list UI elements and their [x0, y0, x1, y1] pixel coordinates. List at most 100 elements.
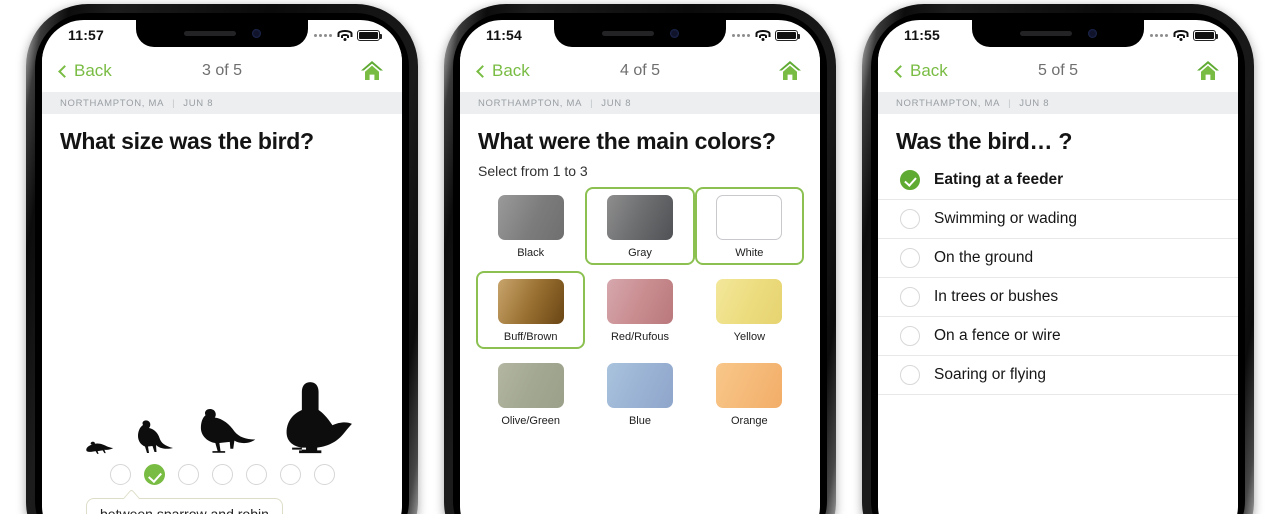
screenshot-stage: 11:57 Back 3 of 5 NORTHAMPTON, MA | JUN … — [0, 0, 1280, 514]
color-swatch-orange[interactable]: Orange — [695, 355, 804, 433]
chevron-left-icon — [894, 64, 907, 78]
radio-circle-icon — [900, 326, 920, 346]
location-divider: | — [590, 97, 594, 109]
swatch-label: Black — [517, 247, 545, 259]
signal-dots-icon — [314, 33, 332, 37]
location-bar: NORTHAMPTON, MA | JUN 8 — [42, 92, 402, 114]
option-row[interactable]: Eating at a feeder — [878, 161, 1238, 200]
home-icon[interactable] — [1196, 60, 1220, 82]
swatch-label: Gray — [628, 247, 652, 259]
size-tooltip-wrap: between sparrow and robin — [42, 485, 402, 514]
color-swatch-yellow[interactable]: Yellow — [695, 271, 804, 349]
battery-icon — [775, 29, 800, 41]
battery-icon — [357, 29, 382, 41]
phone-mockup-3: 11:55 Back 5 of 5 NORTHAMPTON, MA | JUN … — [862, 4, 1254, 514]
swatch-chip — [716, 279, 783, 324]
crow-silhouette — [200, 408, 256, 453]
behavior-option-list: Eating at a feeder Swimming or wading On t… — [878, 155, 1238, 395]
status-clock: 11:54 — [486, 27, 523, 43]
swatch-label: Orange — [730, 415, 768, 427]
size-dot-selected[interactable] — [143, 464, 165, 485]
phone-screen-3: 11:55 Back 5 of 5 NORTHAMPTON, MA | JUN … — [878, 20, 1238, 514]
option-row[interactable]: In trees or bushes — [878, 278, 1238, 317]
back-label: Back — [492, 61, 530, 80]
location-name: NORTHAMPTON, MA — [60, 97, 165, 109]
option-row[interactable]: Swimming or wading — [878, 200, 1238, 239]
size-dot[interactable] — [313, 464, 335, 485]
back-button[interactable]: Back — [476, 61, 530, 81]
signal-dots-icon — [1150, 33, 1168, 37]
option-label: In trees or bushes — [934, 288, 1059, 305]
swatch-chip — [497, 363, 564, 408]
status-bar: 11:54 — [460, 20, 820, 50]
option-row[interactable]: On the ground — [878, 239, 1238, 278]
home-icon[interactable] — [360, 60, 384, 82]
wifi-icon — [1173, 29, 1188, 41]
nav-bar: Back 3 of 5 — [42, 50, 402, 92]
radio-circle-icon — [900, 248, 920, 268]
swatch-label: Olive/Green — [501, 415, 561, 427]
status-clock: 11:55 — [904, 27, 941, 43]
size-dots-row — [42, 462, 402, 485]
radio-circle-icon — [900, 287, 920, 307]
color-swatch-grid: Black Gray White Buff/Brown Red/Rufous Yellow… — [460, 179, 820, 433]
back-label: Back — [74, 61, 112, 80]
home-icon[interactable] — [778, 60, 802, 82]
radio-circle-icon — [900, 209, 920, 229]
size-dot[interactable] — [245, 464, 267, 485]
location-date: JUN 8 — [601, 97, 632, 109]
option-label: Swimming or wading — [934, 210, 1077, 227]
question-title: Was the bird… ? — [896, 128, 1073, 154]
color-swatch-black[interactable]: Black — [476, 187, 585, 265]
signal-dots-icon — [732, 33, 750, 37]
location-divider: | — [172, 97, 176, 109]
phone-mockup-1: 11:57 Back 3 of 5 NORTHAMPTON, MA | JUN … — [26, 4, 418, 514]
swatch-chip — [716, 195, 783, 240]
location-bar: NORTHAMPTON, MA | JUN 8 — [460, 92, 820, 114]
back-button[interactable]: Back — [58, 61, 112, 81]
status-clock: 11:57 — [68, 27, 105, 43]
swatch-chip — [606, 363, 673, 408]
swatch-chip — [606, 279, 673, 324]
swatch-chip — [497, 195, 564, 240]
location-date: JUN 8 — [183, 97, 214, 109]
size-dot[interactable] — [177, 464, 199, 485]
location-name: NORTHAMPTON, MA — [896, 97, 1001, 109]
wifi-icon — [755, 29, 770, 41]
status-bar: 11:55 — [878, 20, 1238, 50]
option-row[interactable]: Soaring or flying — [878, 356, 1238, 395]
option-label: On the ground — [934, 249, 1034, 266]
back-label: Back — [910, 61, 948, 80]
color-swatch-olive-green[interactable]: Olive/Green — [476, 355, 585, 433]
option-label: Soaring or flying — [934, 366, 1047, 383]
option-label: Eating at a feeder — [934, 171, 1064, 188]
swatch-chip — [606, 195, 673, 240]
swatch-label: Blue — [628, 415, 651, 427]
swatch-chip — [716, 363, 783, 408]
battery-icon — [1193, 29, 1218, 41]
color-swatch-red-rufous[interactable]: Red/Rufous — [585, 271, 694, 349]
status-indicators — [732, 29, 800, 41]
back-button[interactable]: Back — [894, 61, 948, 81]
location-bar: NORTHAMPTON, MA | JUN 8 — [878, 92, 1238, 114]
status-indicators — [1150, 29, 1218, 41]
color-swatch-gray[interactable]: Gray — [585, 187, 695, 265]
phone-mockup-2: 11:54 Back 4 of 5 NORTHAMPTON, MA | JUN … — [444, 4, 836, 514]
status-indicators — [314, 29, 382, 41]
option-row[interactable]: On a fence or wire — [878, 317, 1238, 356]
location-name: NORTHAMPTON, MA — [478, 97, 583, 109]
color-swatch-blue[interactable]: Blue — [585, 355, 694, 433]
size-dot[interactable] — [109, 464, 131, 485]
phone-screen-1: 11:57 Back 3 of 5 NORTHAMPTON, MA | JUN … — [42, 20, 402, 514]
size-dot[interactable] — [211, 464, 233, 485]
goose-silhouette — [286, 382, 352, 454]
chevron-left-icon — [476, 64, 489, 78]
color-swatch-white[interactable]: White — [694, 187, 804, 265]
swatch-chip — [497, 279, 564, 324]
radio-circle-icon — [900, 365, 920, 385]
size-dot[interactable] — [279, 464, 301, 485]
status-bar: 11:57 — [42, 20, 402, 50]
color-swatch-buff-brown[interactable]: Buff/Brown — [476, 271, 586, 349]
swatch-label: Yellow — [733, 331, 766, 343]
sparrow-silhouette — [86, 441, 114, 454]
